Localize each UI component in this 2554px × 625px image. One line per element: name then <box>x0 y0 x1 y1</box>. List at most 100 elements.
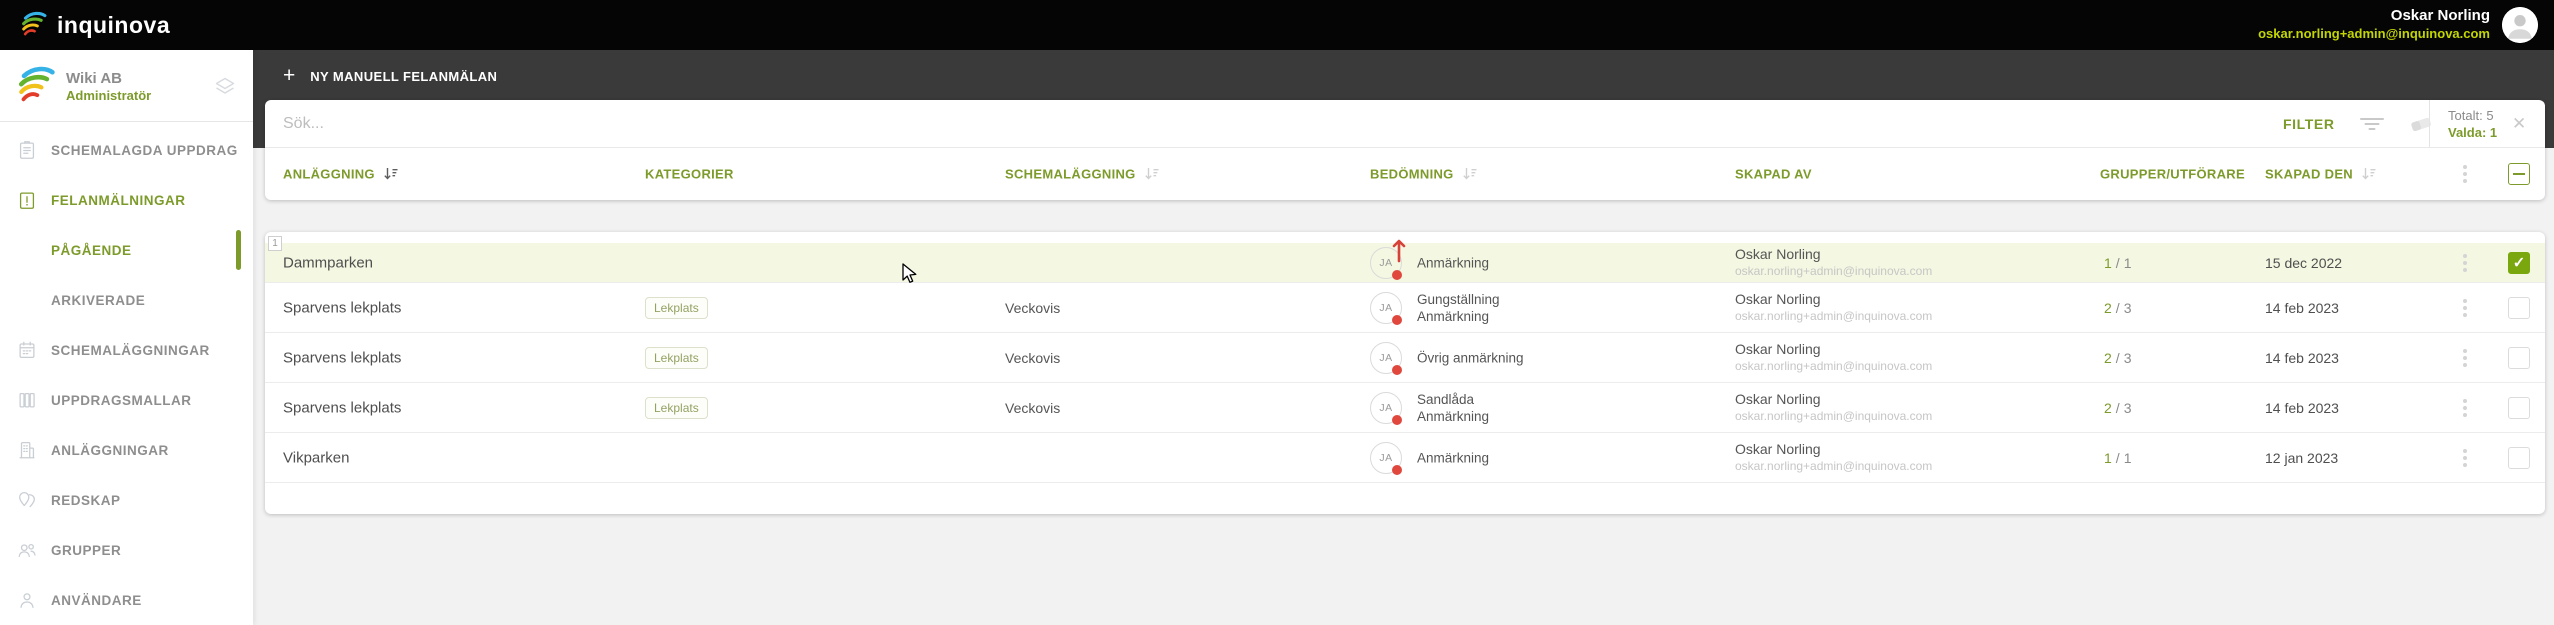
sidebar-nav: SCHEMALAGDA UPPDRAG FELANMÄLNINGAR PÅGÅEND… <box>0 125 253 625</box>
cell-anlaggning: Vikparken <box>283 449 350 466</box>
column-header-schemalaggning[interactable]: SCHEMALÄGGNING <box>1005 166 1159 181</box>
header-menu-button[interactable] <box>2463 164 2467 183</box>
search-filter-row: FILTER <box>265 100 2545 148</box>
cell-bedomning: Anmärkning <box>1417 255 1490 270</box>
cell-skapad-den: 12 jan 2023 <box>2265 449 2339 466</box>
clipboard-alert-icon <box>16 189 38 211</box>
row-menu-button[interactable] <box>2463 398 2467 417</box>
filter-header-card: FILTER <box>265 100 2545 200</box>
cell-bedomning: Gungställning Anmärkning <box>1417 291 1500 324</box>
status-badge: JA <box>1370 239 1406 280</box>
org-name: Wiki AB <box>66 69 122 87</box>
sort-icon <box>384 168 398 180</box>
selected-count: 1 <box>2489 125 2498 140</box>
selection-count-badge: 1 <box>268 236 282 251</box>
category-chip: Lekplats <box>645 296 708 319</box>
cell-skapad-den: 15 dec 2022 <box>2265 254 2343 271</box>
close-icon[interactable]: ✕ <box>2512 114 2526 134</box>
cell-skapad-av: Oskar Norling oskar.norling+admin@inquin… <box>1735 340 1933 373</box>
sort-icon <box>2362 168 2376 180</box>
table-row[interactable]: Sparvens lekplats Lekplats Veckovis JA Gun… <box>265 283 2545 333</box>
cell-anlaggning: Dammparken <box>283 254 374 271</box>
sidebar: Wiki AB Administratör SCHEMALAGDA UPPDRA… <box>0 50 253 625</box>
column-header-skapad-av[interactable]: SKAPAD AV <box>1735 166 1812 181</box>
row-checkbox[interactable] <box>2508 296 2530 319</box>
cell-anlaggning: Sparvens lekplats <box>283 299 402 316</box>
table-row[interactable]: Sparvens lekplats Lekplats Veckovis JA San… <box>265 383 2545 433</box>
cell-skapad-av: Oskar Norling oskar.norling+admin@inquin… <box>1735 290 1933 323</box>
cell-bedomning: Övrig anmärkning <box>1417 350 1524 365</box>
user-email: oskar.norling+admin@inquinova.com <box>2258 26 2490 41</box>
app-logo: inquinova <box>18 10 170 40</box>
row-menu-button[interactable] <box>2463 348 2467 367</box>
cell-bedomning: Sandlåda Anmärkning <box>1417 391 1490 424</box>
sidebar-item-felanmalningar[interactable]: FELANMÄLNINGAR <box>0 175 253 225</box>
cell-grupper-utforare: 2/3 <box>2104 299 2132 316</box>
row-checkbox[interactable] <box>2508 251 2530 274</box>
row-menu-button[interactable] <box>2463 253 2467 272</box>
cell-anlaggning: Sparvens lekplats <box>283 349 402 366</box>
cell-schemalaggning: Veckovis <box>1005 299 1061 316</box>
alert-dot <box>1392 269 1402 280</box>
alert-dot <box>1392 464 1402 475</box>
column-header-bedomning[interactable]: BEDÖMNING <box>1370 166 1477 181</box>
app-root: inquinova Oskar Norling oskar.norling+ad… <box>0 0 2554 625</box>
filter-button[interactable]: FILTER <box>2283 116 2335 132</box>
logo-text: inquinova <box>57 11 171 38</box>
cell-skapad-av: Oskar Norling oskar.norling+admin@inquin… <box>1735 245 1933 278</box>
row-checkbox[interactable] <box>2508 446 2530 469</box>
topbar: inquinova Oskar Norling oskar.norling+ad… <box>0 0 2554 50</box>
table-row[interactable]: 1 Dammparken JA Anmärkning Oskar Norling … <box>265 236 2545 283</box>
column-header-anlaggning[interactable]: ANLÄGGNING <box>283 166 398 181</box>
new-manual-felanmalan-button[interactable]: + NY MANUELL FELANMÄLAN <box>283 65 497 87</box>
sidebar-item-arkiverade[interactable]: ARKIVERADE <box>0 275 253 325</box>
alert-dot <box>1392 364 1402 375</box>
column-header-kategorier[interactable]: KATEGORIER <box>645 166 734 181</box>
total-count: 5 <box>2486 108 2494 123</box>
template-columns-icon <box>16 389 38 411</box>
sidebar-item-anlaggningar[interactable]: ANLÄGGNINGAR <box>0 425 253 475</box>
cell-skapad-av: Oskar Norling oskar.norling+admin@inquin… <box>1735 390 1933 423</box>
sidebar-item-schemalagda-uppdrag[interactable]: SCHEMALAGDA UPPDRAG <box>0 125 253 175</box>
organization-header: Wiki AB Administratör <box>0 50 253 122</box>
filter-lines-icon[interactable] <box>2359 115 2385 133</box>
column-header-grupper-utforare[interactable]: GRUPPER/UTFÖRARE <box>2100 166 2245 181</box>
row-menu-button[interactable] <box>2463 448 2467 467</box>
cell-schemalaggning: Veckovis <box>1005 399 1061 416</box>
column-header-skapad-den[interactable]: SKAPAD DEN <box>2265 166 2376 181</box>
user-icon <box>16 589 38 611</box>
row-checkbox[interactable] <box>2508 396 2530 419</box>
main-content: + NY MANUELL FELANMÄLAN FILTER <box>253 50 2554 625</box>
row-menu-button[interactable] <box>2463 298 2467 317</box>
user-menu[interactable]: Oskar Norling oskar.norling+admin@inquin… <box>2258 7 2538 43</box>
sidebar-item-grupper[interactable]: GRUPPER <box>0 525 253 575</box>
trend-up-arrow-icon <box>1392 239 1406 262</box>
selection-totals: Totalt: 5 Valda: 1 <box>2448 108 2498 140</box>
status-badge: JA <box>1370 291 1402 325</box>
plus-icon: + <box>283 64 296 87</box>
table-row[interactable]: Vikparken JA Anmärkning Oskar Norling os… <box>265 433 2545 483</box>
sidebar-item-redskap[interactable]: REDSKAP <box>0 475 253 525</box>
sidebar-item-schemalaggningar[interactable]: SCHEMALÄGGNINGAR <box>0 325 253 375</box>
map-pin-icon <box>16 489 38 511</box>
calendar-icon <box>16 339 38 361</box>
category-chip: Lekplats <box>645 396 708 419</box>
sidebar-item-pagaende[interactable]: PÅGÅENDE <box>0 225 253 275</box>
sort-icon <box>1462 168 1477 180</box>
row-checkbox[interactable] <box>2508 346 2530 369</box>
search-input[interactable] <box>283 100 1883 147</box>
sidebar-item-anvandare[interactable]: ANVÄNDARE <box>0 575 253 625</box>
avatar[interactable] <box>2502 7 2538 43</box>
select-all-checkbox[interactable] <box>2508 162 2530 185</box>
cell-skapad-den: 14 feb 2023 <box>2265 299 2339 316</box>
building-icon <box>16 439 38 461</box>
layers-icon[interactable] <box>212 74 238 98</box>
status-badge: JA <box>1370 341 1402 375</box>
active-page-indicator <box>236 230 241 270</box>
cell-bedomning: Anmärkning <box>1417 450 1490 465</box>
sidebar-item-uppdragsmallar[interactable]: UPPDRAGSMALLAR <box>0 375 253 425</box>
logo-swirl-icon <box>22 11 47 36</box>
cell-grupper-utforare: 2/3 <box>2104 399 2132 416</box>
table-row[interactable]: Sparvens lekplats Lekplats Veckovis JA Övr… <box>265 333 2545 383</box>
person-icon <box>2502 7 2538 43</box>
